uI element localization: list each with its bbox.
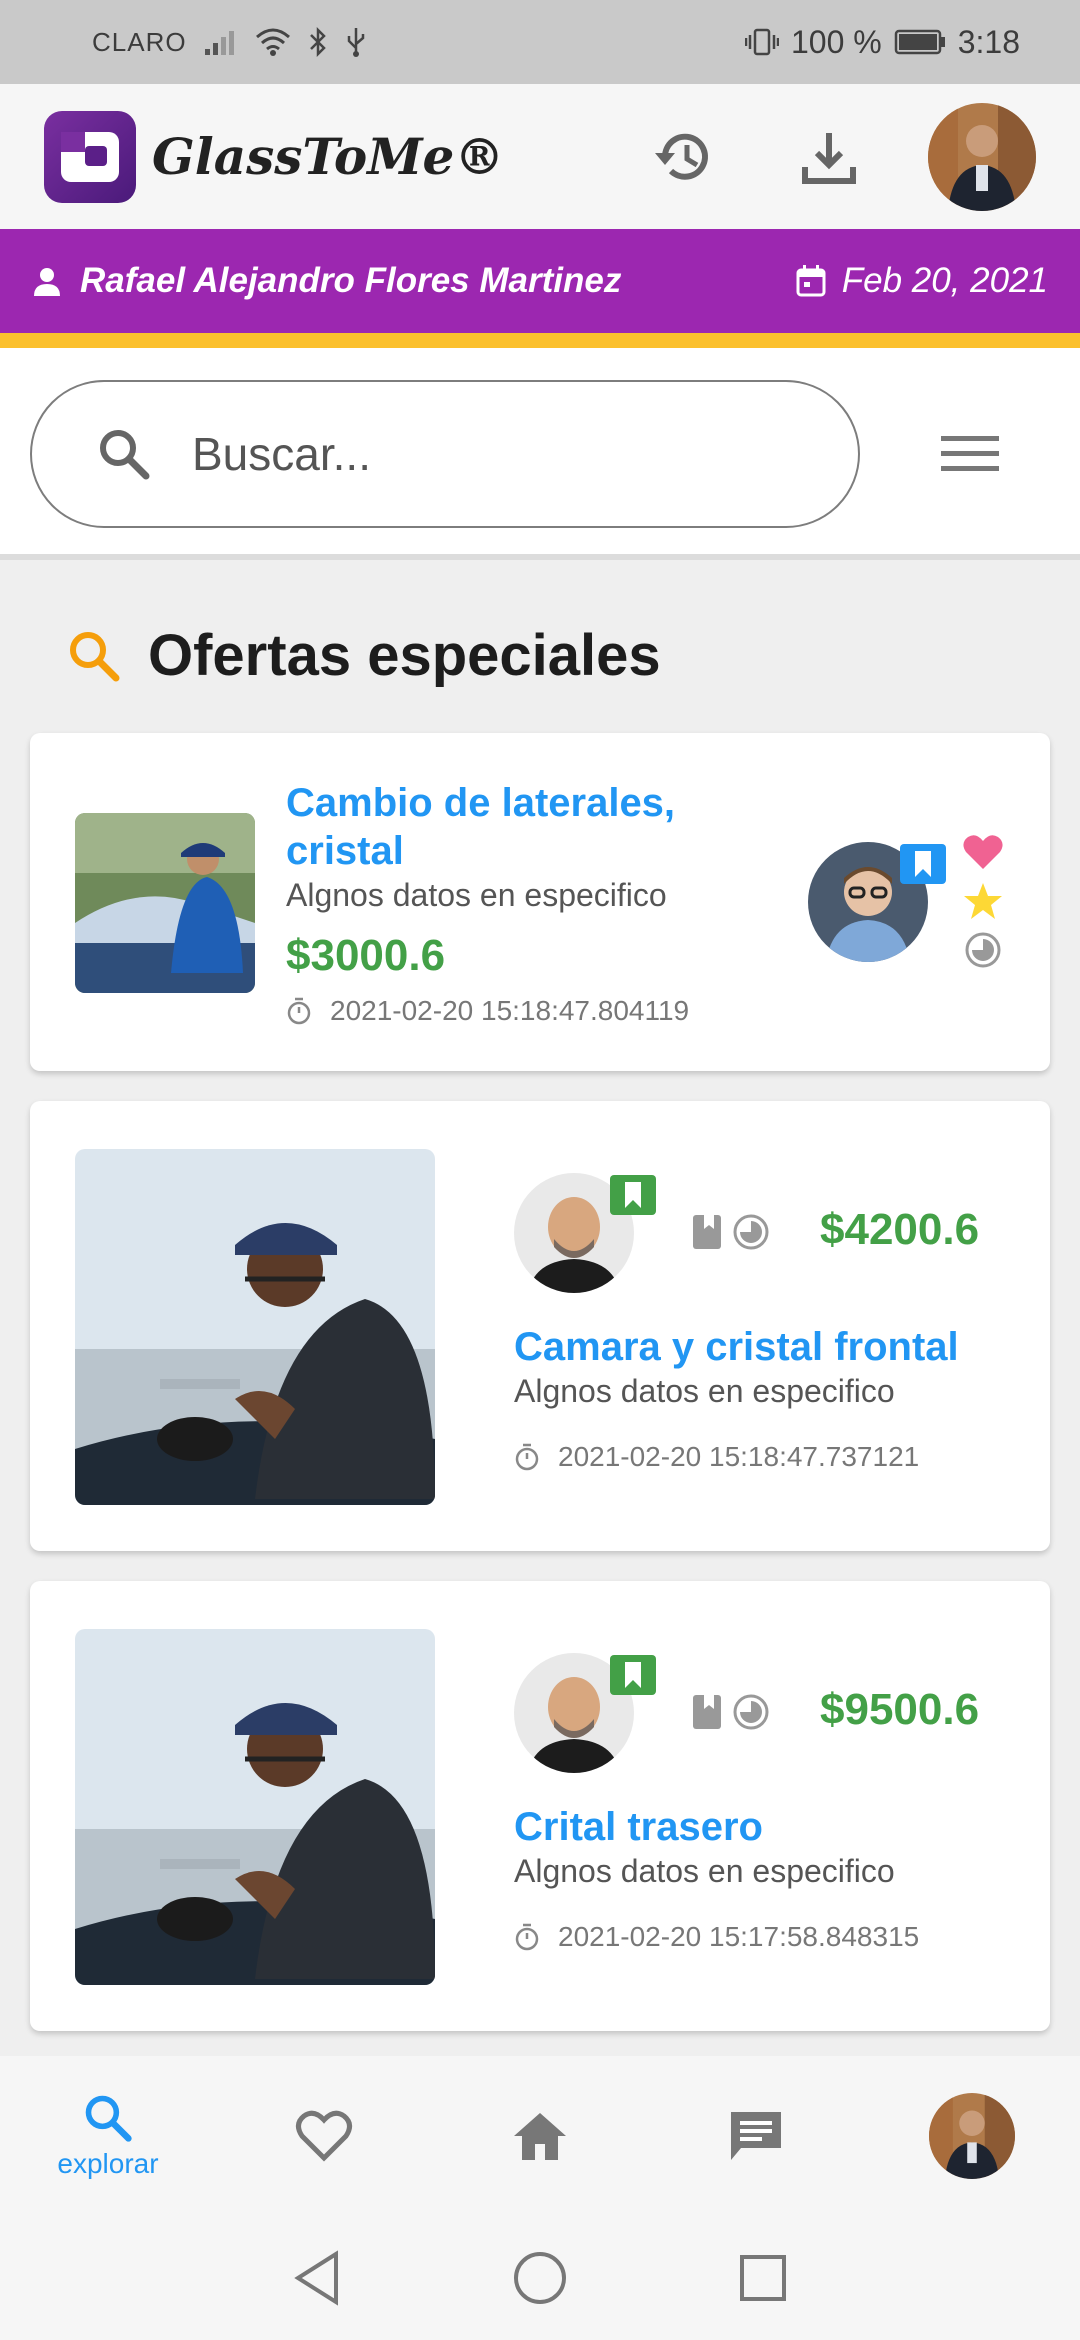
nav-home[interactable] [460,2110,620,2162]
home-icon [514,2113,566,2160]
timer-icon [514,1923,540,1951]
search-icon [66,628,122,684]
battery-icon [894,28,946,56]
timestamp-text: 2021-02-20 15:18:47.737121 [558,1441,920,1472]
signal-icon [203,27,239,57]
timelapse-icon [732,1213,770,1256]
offer-price: $9500.6 [820,1685,980,1734]
offer-card[interactable]: $9500.6 Crital trasero Algnos datos en e… [30,1581,1050,2031]
offer-timestamp: 2021-02-20 15:18:47.737121 [514,1441,1034,1473]
timer-icon [286,997,312,1025]
nav-explore[interactable]: explorar [28,2092,188,2180]
bookmark-icon [900,844,946,884]
app-logo [44,110,136,203]
accent-divider [0,333,1080,348]
offer-timestamp: 2021-02-20 15:17:58.848315 [514,1921,1034,1953]
timestamp-text: 2021-02-20 15:17:58.848315 [558,1921,920,1952]
search-icon [96,426,152,482]
nav-explore-label: explorar [57,2148,159,2179]
search-icon [85,2095,132,2142]
offer-card[interactable]: Cambio de laterales, cristal Algnos dato… [30,733,1050,1071]
avatar [929,2093,1015,2179]
offer-title[interactable]: Crital trasero [514,1803,1034,1851]
status-bar: CLARO 100 % 3:18 [0,0,1080,84]
book-icon [690,1693,724,1736]
timestamp-text: 2021-02-20 15:18:47.804119 [330,995,690,1026]
search-box[interactable] [30,380,860,528]
menu-icon[interactable] [925,416,1015,492]
heart-outline-icon [296,2110,352,2162]
chat-icon [731,2112,781,2160]
provider-avatar[interactable] [808,842,946,962]
clock: 3:18 [957,23,1020,60]
offer-subtitle: Algnos datos en especifico [514,1853,895,1889]
offer-image [75,813,255,993]
offer-price: $4200.6 [820,1205,980,1254]
timelapse-icon [964,931,1002,974]
wifi-icon [255,27,291,57]
app-bar: GlassToMe® [0,84,1080,229]
nav-favorites[interactable] [244,2110,404,2162]
battery-percent: 100 % [790,23,882,60]
bottom-nav: explorar [0,2056,1080,2216]
book-icon [690,1213,724,1256]
bookmark-icon [610,1655,656,1695]
history-icon[interactable] [638,112,728,202]
timelapse-icon [732,1693,770,1736]
provider-avatar[interactable] [514,1653,656,1773]
person-icon [32,266,62,296]
current-date: Feb 20, 2021 [841,261,1048,300]
section-title: Ofertas especiales [148,623,661,688]
search-input[interactable] [192,427,792,481]
usb-icon [345,26,367,58]
offer-title[interactable]: Camara y cristal frontal [514,1323,1034,1371]
download-icon[interactable] [784,112,874,202]
recents-icon[interactable] [738,2253,788,2303]
carrier-label: CLARO [92,26,187,57]
provider-avatar[interactable] [514,1173,656,1293]
search-area [0,348,1080,560]
timer-icon [514,1443,540,1471]
nav-profile[interactable] [892,2093,1052,2179]
system-nav-bar [0,2216,1080,2340]
nav-messages[interactable] [676,2108,836,2164]
bookmark-icon [610,1175,656,1215]
offer-subtitle: Algnos datos en especifico [286,877,667,913]
vibrate-icon [744,27,779,57]
section-header: Ofertas especiales [66,622,661,689]
app-name: GlassToMe® [152,127,505,186]
home-circle-icon[interactable] [512,2250,568,2306]
offer-subtitle: Algnos datos en especifico [514,1373,895,1409]
star-icon[interactable] [963,882,1003,925]
offer-timestamp: 2021-02-20 15:18:47.804119 [286,995,746,1027]
offer-title[interactable]: Cambio de laterales, cristal [286,779,746,875]
user-name: Rafael Alejandro Flores Martinez [80,261,622,300]
offer-image [75,1149,435,1505]
back-icon[interactable] [292,2250,342,2306]
offer-price: $3000.6 [286,931,446,980]
heart-icon[interactable] [962,833,1004,876]
offer-card[interactable]: $4200.6 Camara y cristal frontal Algnos … [30,1101,1050,1551]
user-bar: Rafael Alejandro Flores Martinez Feb 20,… [0,229,1080,333]
offer-image [75,1629,435,1985]
profile-avatar[interactable] [928,102,1036,211]
bluetooth-icon [307,26,329,58]
calendar-icon [796,265,826,297]
